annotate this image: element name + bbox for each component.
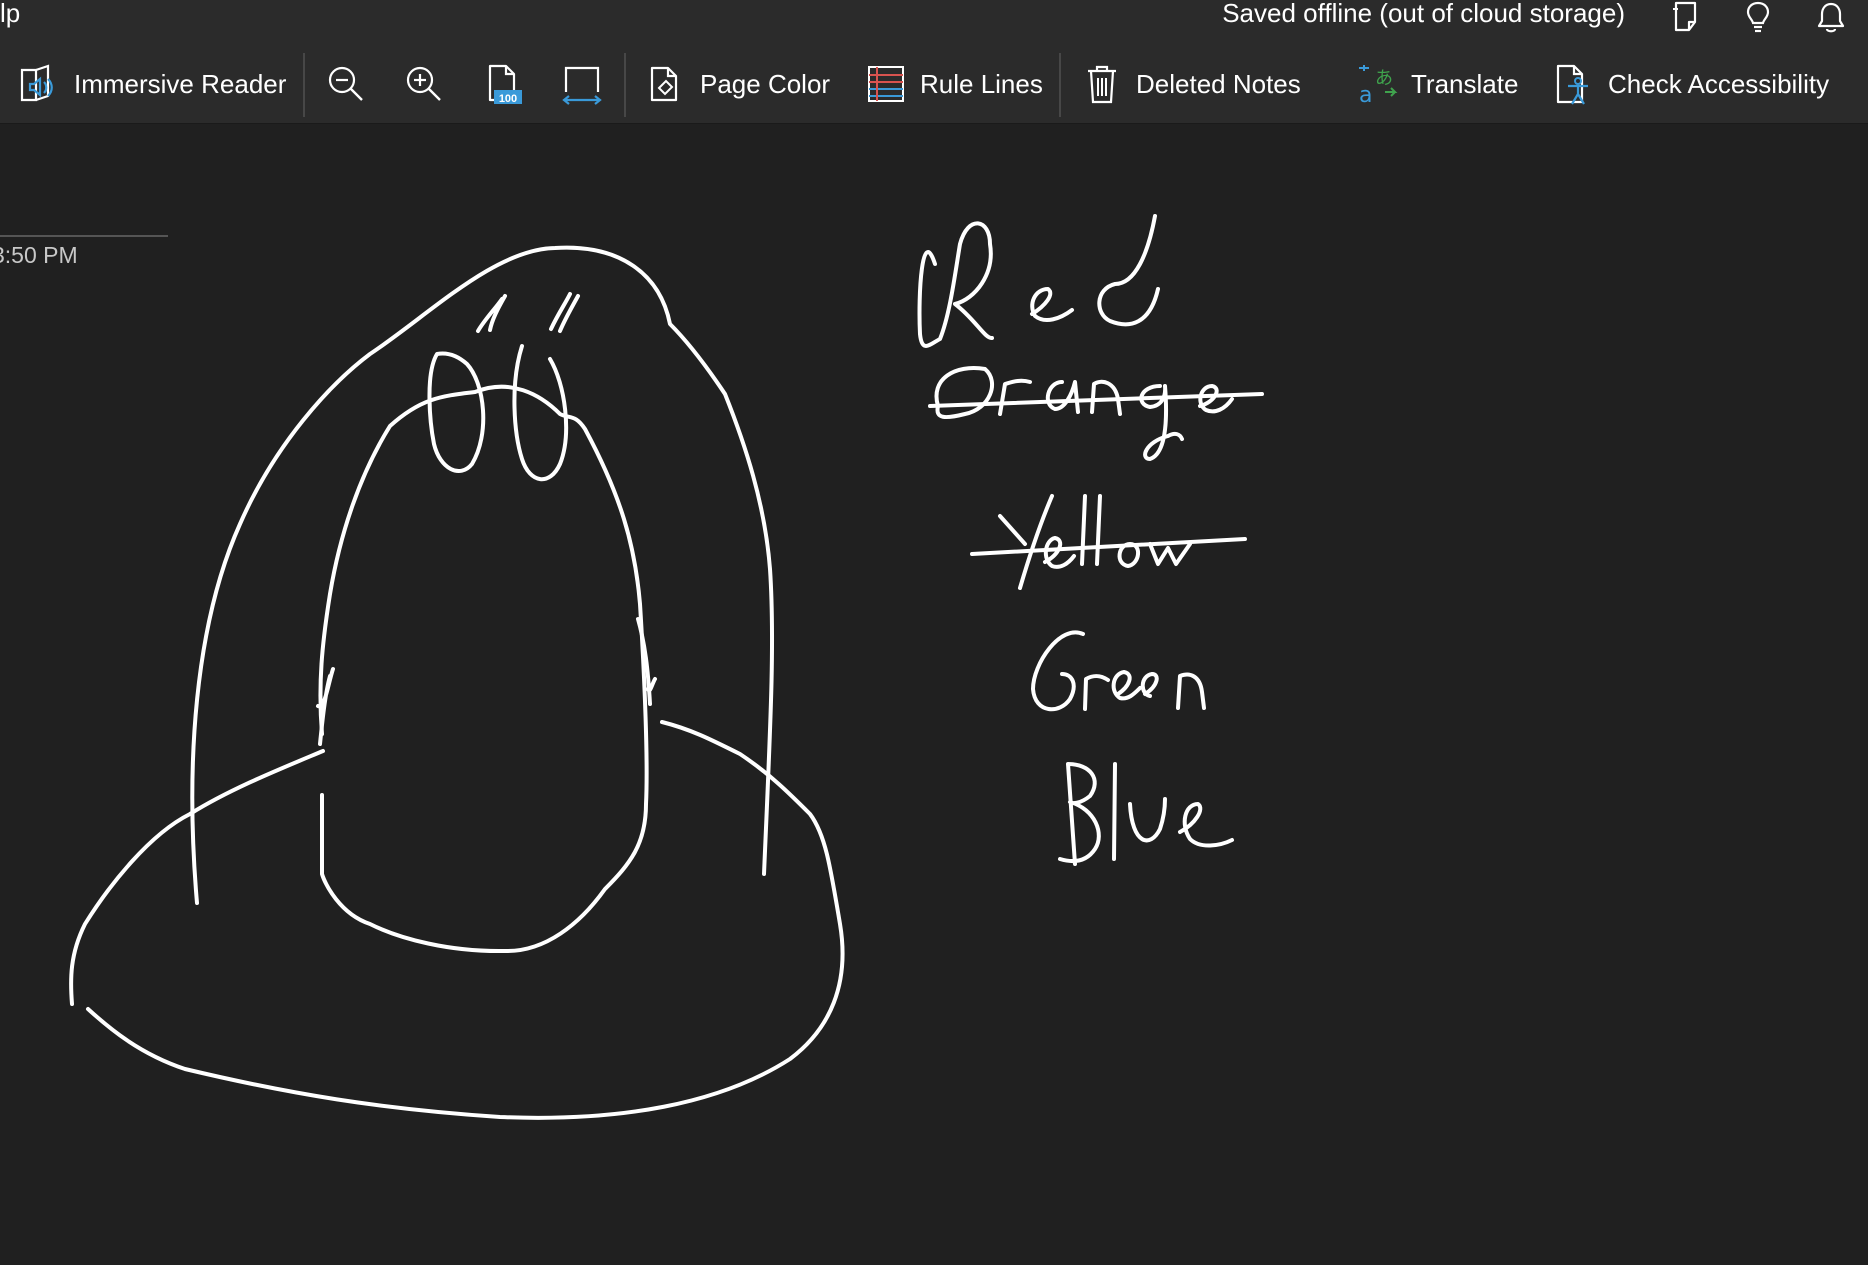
trash-icon [1088, 65, 1116, 104]
toolbar-separator [1059, 53, 1061, 117]
ghost-inner-outline [318, 384, 649, 954]
page-color-icon [650, 66, 678, 102]
page-width-button[interactable] [560, 57, 604, 111]
note-canvas[interactable]: 3:50 PM [0, 124, 1868, 1265]
view-ribbon-toolbar: Immersive Reader 100 Page Color Rule Lin… [0, 45, 1868, 124]
zoom-in-button[interactable] [402, 57, 446, 111]
save-status-text: Saved offline (out of cloud storage) [1222, 0, 1625, 28]
ghost-base-outline [69, 720, 845, 1120]
rule-lines-label: Rule Lines [920, 68, 1043, 99]
rule-lines-icon [868, 66, 904, 102]
ghost-eye-left [427, 351, 486, 474]
ink-word-yellow [970, 494, 1247, 590]
help-menu-label[interactable]: lp [0, 0, 20, 29]
immersive-reader-icon [20, 64, 53, 102]
zoom-100-badge: 100 [498, 93, 518, 105]
ink-word-blue [1058, 762, 1234, 866]
check-accessibility-button[interactable]: Check Accessibility [1552, 57, 1829, 111]
rule-lines-button[interactable]: Rule Lines [864, 57, 1043, 111]
zoom-out-button[interactable] [324, 57, 368, 111]
page-color-button[interactable]: Page Color [644, 57, 830, 111]
svg-text:a: a [1359, 83, 1372, 106]
toolbar-separator [303, 53, 305, 117]
ghost-drawing [69, 245, 845, 1120]
title-bar: lp Saved offline (out of cloud storage) [0, 0, 1868, 45]
ink-word-red [917, 214, 1160, 348]
translate-button[interactable]: a あ Translate [1355, 57, 1518, 111]
ink-word-orange [928, 366, 1264, 461]
page-color-label: Page Color [700, 68, 831, 99]
toolbar-separator [624, 53, 626, 117]
deleted-notes-button[interactable]: Deleted Notes [1080, 57, 1301, 111]
zoom-in-icon [406, 66, 441, 101]
deleted-notes-label: Deleted Notes [1136, 68, 1301, 99]
immersive-reader-label: Immersive Reader [74, 68, 287, 99]
zoom-out-icon [328, 66, 363, 101]
ghost-antenna-right [549, 292, 580, 333]
ink-word-green [1031, 630, 1206, 712]
check-accessibility-label: Check Accessibility [1608, 68, 1830, 99]
ink-drawing[interactable] [0, 124, 1868, 1265]
lightbulb-icon[interactable] [1741, 0, 1775, 34]
accessibility-icon [1556, 64, 1588, 105]
strikethrough-yellow [970, 537, 1247, 556]
translate-label: Translate [1411, 68, 1519, 99]
ghost-outer-outline [190, 245, 775, 905]
zoom-100-button[interactable]: 100 [482, 57, 526, 111]
page-width-icon [562, 66, 602, 105]
notebook-icon[interactable] [1670, 0, 1704, 34]
bell-icon[interactable] [1814, 0, 1848, 34]
translate-icon: a あ [1359, 65, 1398, 106]
svg-text:あ: あ [1375, 68, 1393, 89]
immersive-reader-button[interactable]: Immersive Reader [18, 57, 286, 111]
ghost-antenna-left [476, 294, 507, 333]
